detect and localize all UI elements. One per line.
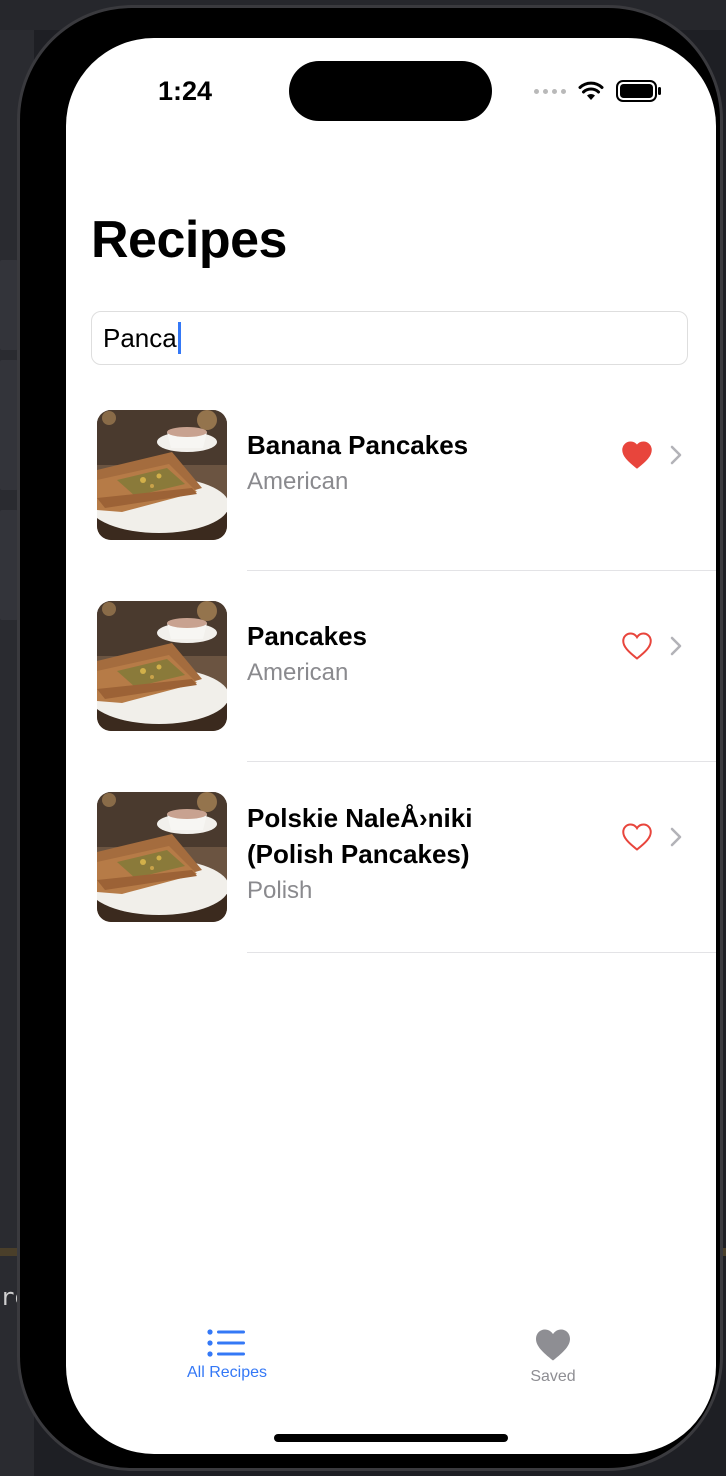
search-input[interactable]: Panca [91,311,688,365]
recipe-text: Banana Pancakes American [247,427,617,501]
recipe-text: Polskie NaleÅ›niki (Polish Pancakes) Poli… [247,800,617,910]
dynamic-island [289,61,492,121]
battery-icon [616,80,661,102]
recipe-thumbnail [97,410,227,540]
recipe-title: (Polish Pancakes) [247,839,470,869]
status-time: 1:24 [158,76,213,106]
chevron-right-icon [670,636,682,656]
recipe-cuisine: American [247,659,349,686]
pancake-photo [97,601,227,731]
pancake-photo [97,792,227,922]
recipe-title: Pancakes [247,621,367,651]
recipe-title: Banana Pancakes [247,430,469,460]
heart-filled-icon[interactable] [622,441,652,469]
phone-frame: 1:24 Recipes Panca Banana Pancakes Ameri… [20,8,720,1468]
tab-saved-label: Saved [530,1368,576,1385]
text-caret [177,322,181,354]
recipe-row[interactable]: Pancakes American [66,571,716,762]
row-separator [247,952,716,953]
tab-all-recipes[interactable]: All Recipes [147,1328,307,1382]
heart-outline-icon[interactable] [622,823,652,851]
recipe-row[interactable]: Polskie NaleÅ›niki (Polish Pancakes) Poli… [66,762,716,953]
app-screen: 1:24 Recipes Panca Banana Pancakes Ameri… [66,38,716,1454]
tab-bar: All Recipes Saved [66,1328,716,1398]
tab-all-recipes-label: All Recipes [186,1364,268,1381]
list-icon [207,1329,245,1357]
wifi-icon [578,81,604,100]
search-input-value[interactable]: Panca [103,323,177,354]
chevron-right-icon [670,445,682,465]
status-indicators [534,80,662,102]
home-indicator [274,1434,508,1442]
recipe-thumbnail [97,601,227,731]
tab-saved[interactable]: Saved [473,1328,633,1386]
recipe-text: Pancakes American [247,618,617,692]
page-title: Recipes [91,211,287,269]
heart-icon [536,1329,570,1361]
pancake-photo [97,410,227,540]
cellular-signal-icon [534,88,566,94]
recipe-list: Banana Pancakes American Pancakes Americ… [66,380,716,953]
chevron-right-icon [670,827,682,847]
recipe-title: Polskie NaleÅ›niki [247,803,473,833]
heart-outline-icon[interactable] [622,632,652,660]
recipe-thumbnail [97,792,227,922]
recipe-cuisine: American [247,468,349,495]
recipe-row[interactable]: Banana Pancakes American [66,380,716,571]
recipe-cuisine: Polish [247,877,313,904]
